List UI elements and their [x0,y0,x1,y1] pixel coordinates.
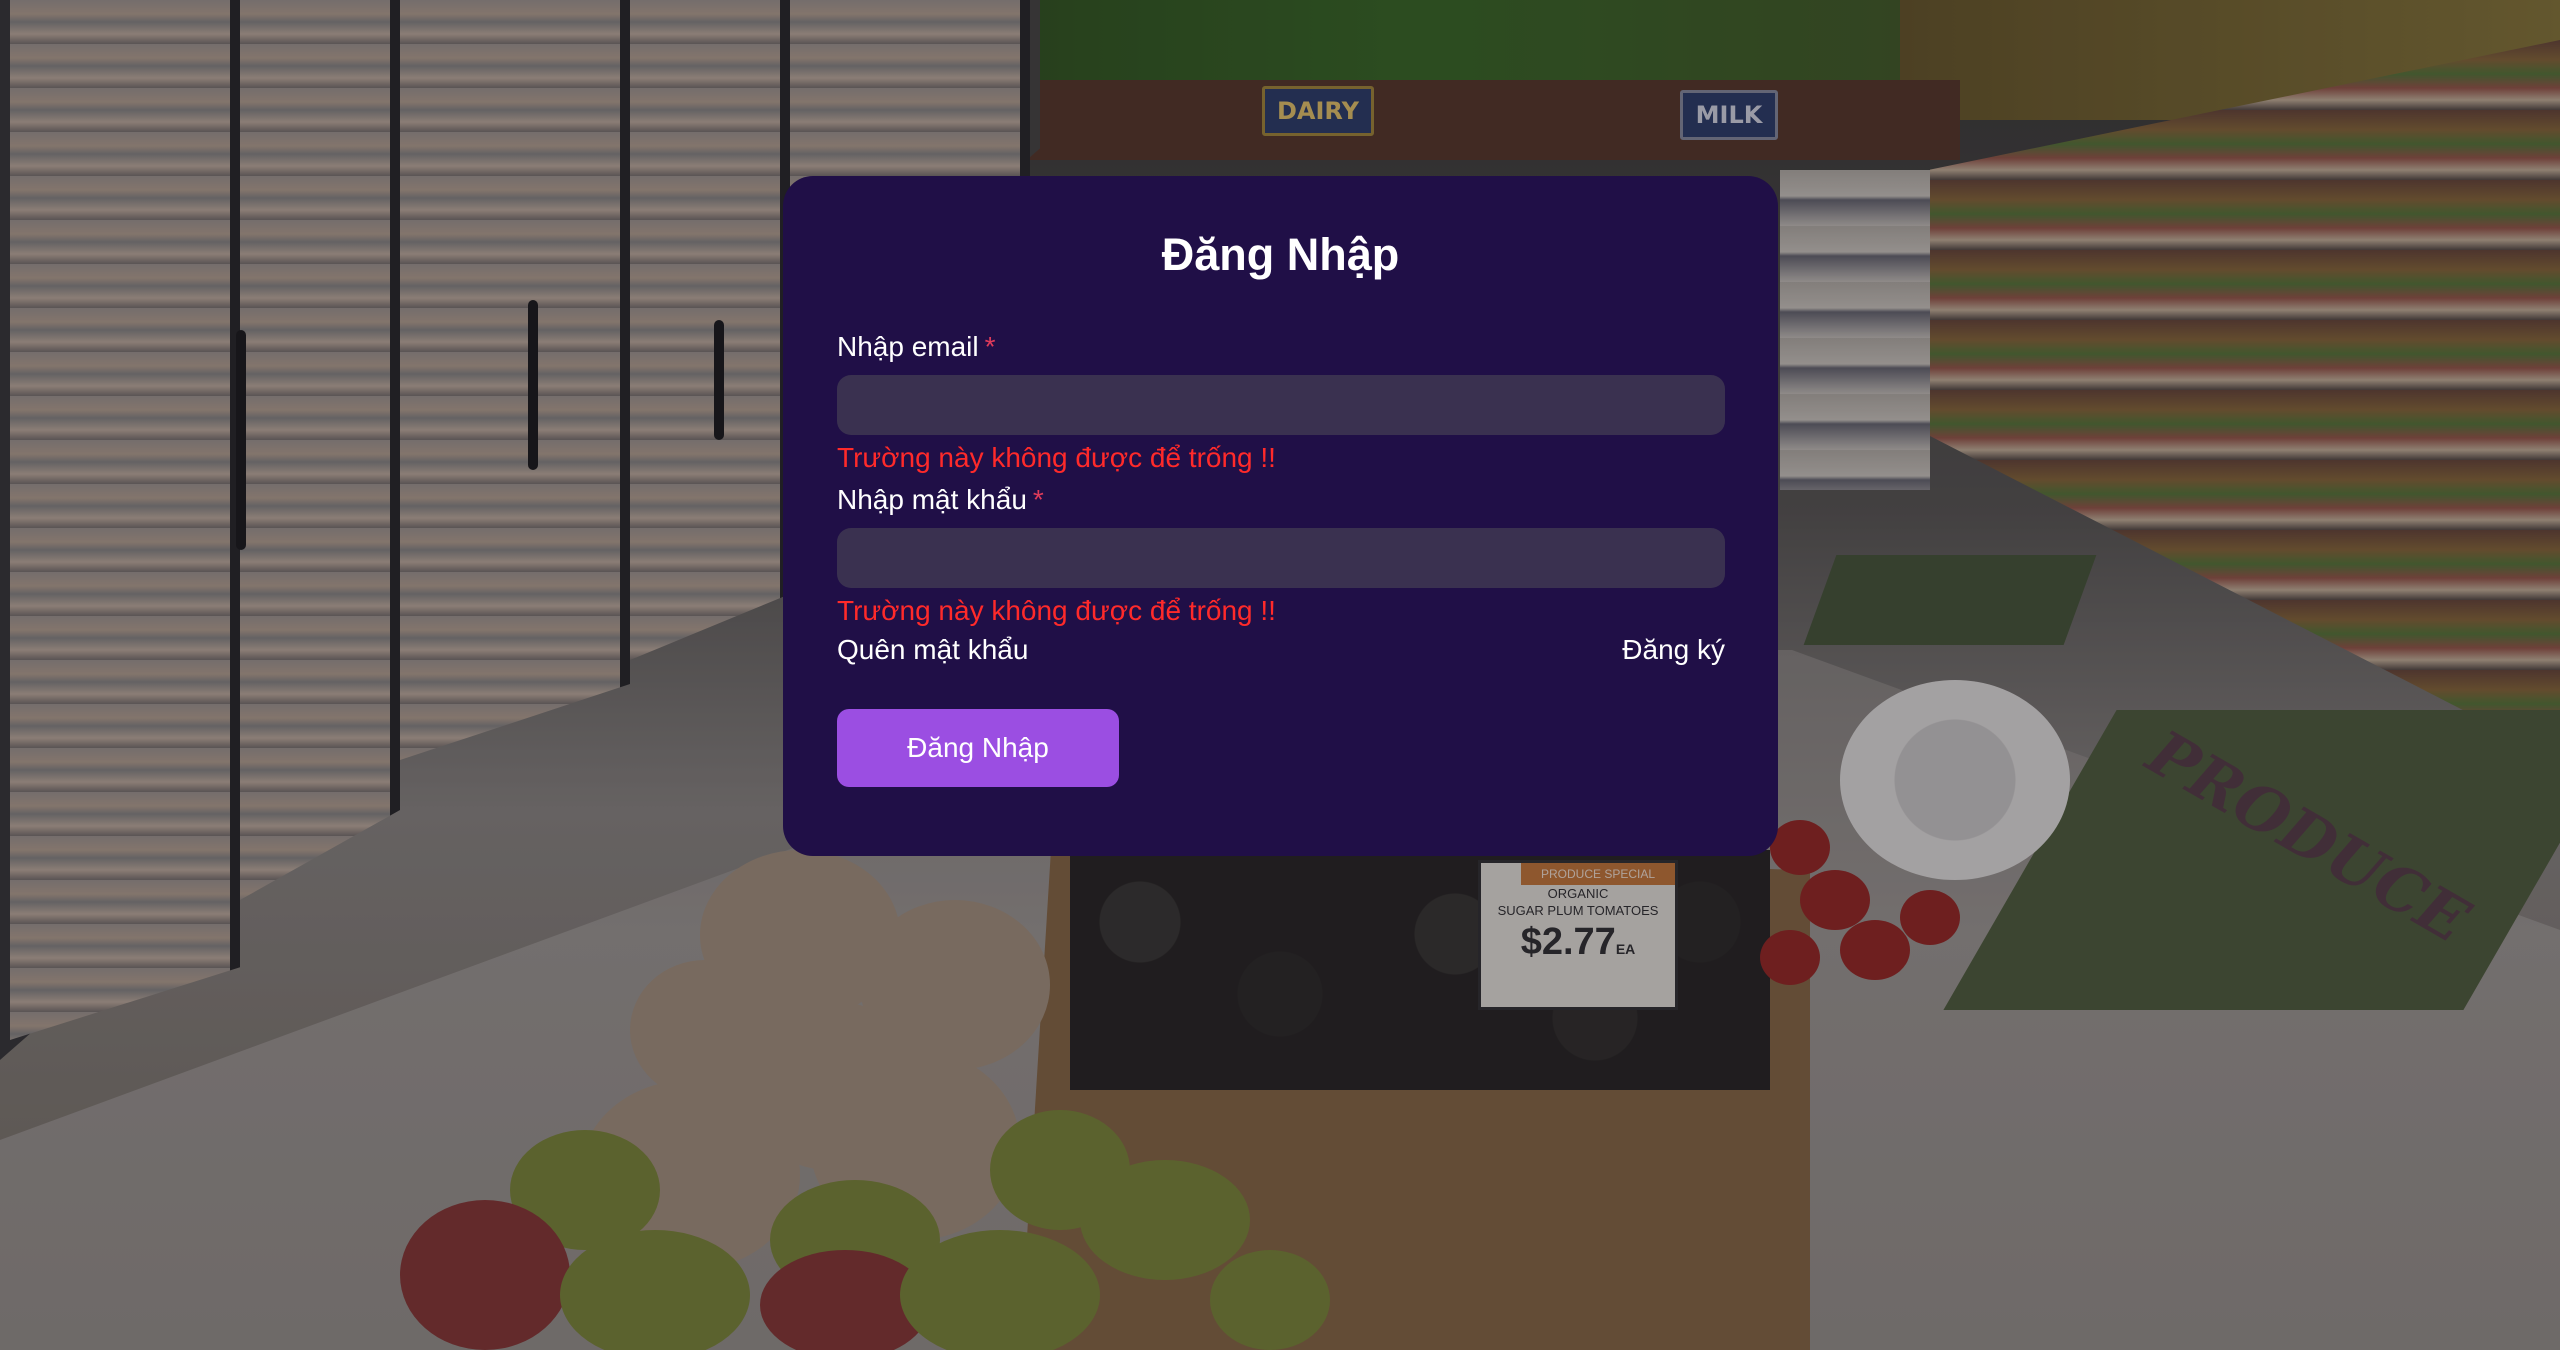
email-error: Trường này không được để trống !! [837,442,1276,473]
login-card: Đăng Nhập Nhập email * Trường này không đ… [783,176,1778,856]
login-submit-button[interactable]: Đăng Nhập [837,709,1119,787]
password-label: Nhập mật khẩu * [837,483,1724,517]
email-label-text: Nhập email [837,331,979,362]
auth-links-row: Quên mật khẩu Đăng ký [837,633,1725,667]
password-input[interactable] [837,528,1725,588]
required-mark: * [1032,484,1044,515]
password-error: Trường này không được để trống !! [837,595,1276,626]
forgot-password-link[interactable]: Quên mật khẩu [837,633,1028,667]
password-label-text: Nhập mật khẩu [837,484,1027,515]
register-link[interactable]: Đăng ký [1622,633,1725,667]
required-mark: * [984,331,996,362]
email-label: Nhập email * [837,330,1724,364]
login-title: Đăng Nhập [1161,229,1400,280]
email-input[interactable] [837,375,1725,435]
